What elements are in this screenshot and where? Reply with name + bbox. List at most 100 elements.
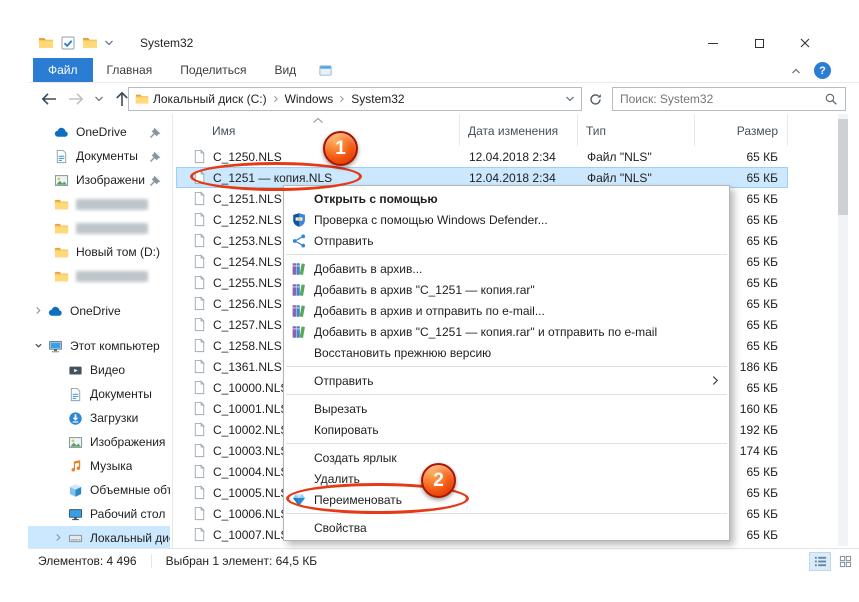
details-view-button[interactable] xyxy=(809,552,831,571)
sort-ascending-icon xyxy=(312,117,324,124)
forward-button[interactable] xyxy=(67,90,85,108)
menu-item[interactable]: Добавить в архив "C_1251 — копия.rar" xyxy=(284,279,729,300)
annotation-badge-2: 2 xyxy=(421,463,456,498)
menu-item[interactable]: Добавить в архив и отправить по e-mail..… xyxy=(284,300,729,321)
breadcrumb-separator-icon xyxy=(272,95,280,103)
chevron-slot xyxy=(40,271,52,281)
sidebar-item[interactable] xyxy=(28,216,170,240)
sidebar-item[interactable]: Этот компьютер xyxy=(28,334,170,358)
file-icon xyxy=(192,506,207,521)
chevron-slot xyxy=(40,199,52,209)
sidebar-item-label: Этот компьютер xyxy=(70,339,160,353)
sidebar-item[interactable]: Видео xyxy=(28,358,170,382)
pane-divider[interactable] xyxy=(172,114,173,548)
sidebar-item[interactable]: Локальный дис xyxy=(28,526,170,550)
file-type: Файл "NLS" xyxy=(578,171,695,185)
tab-share[interactable]: Поделиться xyxy=(166,58,260,82)
menu-item[interactable]: Добавить в архив "C_1251 — копия.rar" и … xyxy=(284,321,729,342)
tab-home[interactable]: Главная xyxy=(93,58,167,82)
maximize-icon xyxy=(755,39,764,48)
menu-item[interactable]: Свойства xyxy=(284,517,729,538)
menu-item-label: Открыть с помощью xyxy=(314,192,438,206)
file-icon xyxy=(192,170,207,185)
menu-item[interactable]: Открыть с помощью xyxy=(284,188,729,209)
menu-item[interactable]: Создать ярлык xyxy=(284,447,729,468)
folder-icon xyxy=(54,197,69,212)
chevron-slot xyxy=(40,175,52,185)
qat-customize-button[interactable] xyxy=(104,38,114,48)
menu-item-label: Отправить xyxy=(314,234,374,248)
menu-item[interactable]: Удалить xyxy=(284,468,729,489)
sidebar-item[interactable]: Изображения xyxy=(28,430,170,454)
sidebar-item[interactable] xyxy=(28,264,170,288)
column-header-size[interactable]: Размер xyxy=(695,114,788,146)
menu-item[interactable]: Копировать xyxy=(284,419,729,440)
search-input[interactable] xyxy=(620,92,824,106)
breadcrumb-windows[interactable]: Windows xyxy=(281,92,338,106)
sidebar-item[interactable]: Документы xyxy=(28,382,170,406)
sidebar-item[interactable] xyxy=(28,192,170,216)
menu-item[interactable]: Переименовать xyxy=(284,489,729,510)
menu-item[interactable]: Проверка с помощью Windows Defender... xyxy=(284,209,729,230)
sidebar-item[interactable]: Загрузки xyxy=(28,406,170,430)
menu-separator xyxy=(286,394,727,395)
sidebar-item[interactable]: Музыка xyxy=(28,454,170,478)
chev-right-s-icon[interactable] xyxy=(54,533,66,543)
properties-button[interactable] xyxy=(60,35,76,51)
chev-down-b-icon[interactable] xyxy=(34,341,46,351)
column-header-date[interactable]: Дата изменения xyxy=(460,114,578,146)
refresh-button[interactable] xyxy=(588,92,603,107)
menu-item[interactable]: Добавить в архив... xyxy=(284,258,729,279)
menu-item[interactable]: Отправить xyxy=(284,370,729,391)
menu-item[interactable]: Вырезать xyxy=(284,398,729,419)
sidebar-item-label: Новый том (D:) xyxy=(76,245,160,259)
winrar-icon xyxy=(291,324,307,340)
cube-icon xyxy=(68,483,83,498)
breadcrumb-drive[interactable]: Локальный диск (C:) xyxy=(149,92,271,106)
menu-item[interactable]: Отправить xyxy=(284,230,729,251)
sidebar-item-label: OneDrive xyxy=(70,304,121,318)
minimize-button[interactable] xyxy=(690,28,736,58)
sidebar-item-label: Музыка xyxy=(90,459,132,473)
scrollbar-thumb[interactable] xyxy=(838,119,848,215)
file-size: 65 КБ xyxy=(695,150,788,164)
expand-ribbon-button[interactable] xyxy=(791,66,801,76)
back-button[interactable] xyxy=(40,90,58,108)
sidebar-item[interactable]: Рабочий стол xyxy=(28,502,170,526)
thumbnails-view-button[interactable] xyxy=(834,552,856,571)
maximize-button[interactable] xyxy=(736,28,782,58)
file-type: Файл "NLS" xyxy=(578,150,695,164)
address-bar[interactable]: Локальный диск (C:) Windows System32 xyxy=(128,87,582,111)
window-title: System32 xyxy=(140,36,193,50)
folder-icon xyxy=(54,245,69,260)
breadcrumb-system32[interactable]: System32 xyxy=(347,92,408,106)
search-icon[interactable] xyxy=(824,92,838,106)
sidebar-item[interactable]: Документы xyxy=(28,144,170,168)
menu-item[interactable]: Восстановить прежнюю версию xyxy=(284,342,729,363)
sidebar-item[interactable]: Объемные объ xyxy=(28,478,170,502)
tab-view[interactable]: Вид xyxy=(260,58,310,82)
scrollbar[interactable] xyxy=(838,114,848,546)
help-button[interactable]: ? xyxy=(814,62,831,79)
tab-file[interactable]: Файл xyxy=(33,58,93,82)
address-dropdown-button[interactable] xyxy=(565,94,575,104)
annotation-badge-1: 1 xyxy=(323,131,358,166)
location-folder-icon xyxy=(135,92,149,106)
pin-icon xyxy=(148,173,163,188)
new-folder-button[interactable] xyxy=(82,35,98,51)
sidebar-item-label: Загрузки xyxy=(90,411,138,425)
sidebar-item[interactable]: Новый том (D:) xyxy=(28,240,170,264)
recent-locations-button[interactable] xyxy=(94,94,104,104)
sidebar-item-label xyxy=(76,199,148,210)
share-icon xyxy=(291,233,307,249)
chev-right-s-icon[interactable] xyxy=(34,306,46,316)
sidebar-item[interactable]: OneDrive xyxy=(28,120,170,144)
nav-arrows xyxy=(40,90,131,108)
file-row[interactable]: C_1250.NLS12.04.2018 2:34Файл "NLS"65 КБ xyxy=(176,146,788,167)
column-header-type[interactable]: Тип xyxy=(578,114,695,146)
sidebar-item[interactable]: OneDrive xyxy=(28,299,170,323)
close-button[interactable] xyxy=(782,28,828,58)
chevron-slot xyxy=(40,151,52,161)
sidebar-item[interactable]: Изображени xyxy=(28,168,170,192)
chevron-slot xyxy=(40,247,52,257)
